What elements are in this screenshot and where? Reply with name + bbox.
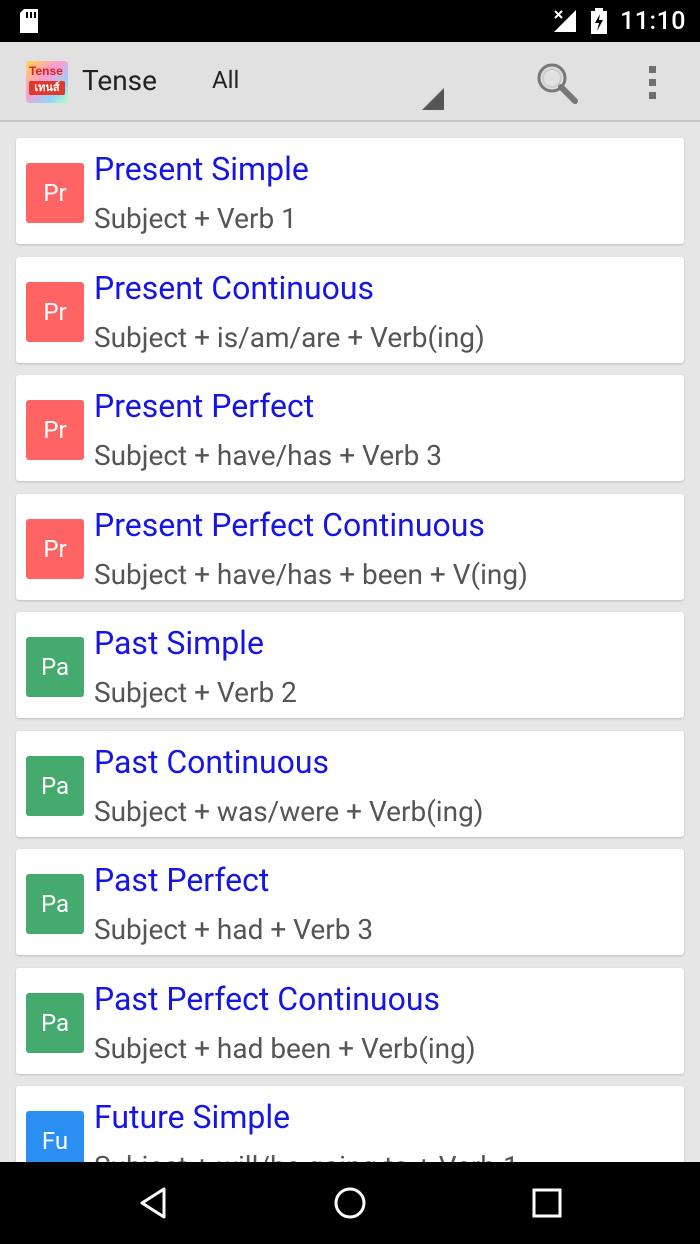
tense-name: Past Simple: [94, 624, 264, 662]
sd-card-icon: [20, 9, 38, 33]
tense-formula: Subject + is/am/are + Verb(ing): [94, 321, 485, 354]
tense-formula: Subject + Verb 2: [94, 676, 297, 709]
tense-badge: Pa: [26, 637, 84, 697]
tense-name: Past Continuous: [94, 743, 330, 781]
overflow-dot-icon: [648, 65, 656, 73]
logo-text-bottom: เทนส์: [29, 81, 65, 95]
home-button[interactable]: [330, 1183, 370, 1223]
tense-badge: Pa: [26, 993, 84, 1053]
list-item[interactable]: Pr Present Continuous Subject + is/am/ar…: [16, 257, 684, 363]
filter-dropdown[interactable]: All: [200, 56, 448, 112]
tense-name: Past Perfect: [94, 861, 270, 899]
tense-badge: Pa: [26, 874, 84, 934]
search-button[interactable]: [532, 58, 580, 106]
list-item[interactable]: Pr Present Simple Subject + Verb 1: [16, 138, 684, 244]
overflow-dot-icon: [648, 91, 656, 99]
dropdown-arrow-icon: [422, 88, 444, 110]
tense-formula: Subject + had been + Verb(ing): [94, 1032, 476, 1065]
navigation-bar: [0, 1162, 700, 1244]
tense-formula: Subject + Verb 1: [94, 202, 297, 235]
signal-icon: [554, 10, 577, 32]
filter-value: All: [212, 66, 240, 94]
tense-list[interactable]: Pr Present Simple Subject + Verb 1 Pr Pr…: [0, 124, 700, 1162]
tense-name: Past Perfect Continuous: [94, 980, 440, 1018]
app-logo-icon: Tense เทนส์: [26, 61, 68, 103]
tense-name: Present Simple: [94, 150, 309, 188]
logo-text-top: Tense: [29, 64, 63, 78]
tense-name: Future Simple: [94, 1098, 291, 1136]
status-bar: 11:10: [0, 0, 700, 42]
tense-name: Present Continuous: [94, 269, 374, 307]
tense-name: Present Perfect: [94, 387, 315, 425]
clock: 11:10: [620, 6, 686, 36]
app-title: Tense: [82, 64, 157, 97]
tense-name: Present Perfect Continuous: [94, 506, 485, 544]
list-item[interactable]: Pa Past Perfect Continuous Subject + had…: [16, 968, 684, 1074]
tense-badge: Pa: [26, 756, 84, 816]
list-item[interactable]: Pa Past Perfect Subject + had + Verb 3: [16, 849, 684, 955]
list-item[interactable]: Fu Future Simple Subject + will/be going…: [16, 1086, 684, 1162]
battery-icon: [591, 8, 608, 34]
list-item[interactable]: Pa Past Continuous Subject + was/were + …: [16, 731, 684, 837]
list-item[interactable]: Pr Present Perfect Continuous Subject + …: [16, 494, 684, 600]
tense-formula: Subject + have/has + Verb 3: [94, 439, 443, 472]
tense-formula: Subject + had + Verb 3: [94, 913, 374, 946]
tense-badge: Pr: [26, 519, 84, 579]
tense-formula: Subject + will/be going to + Verb 1: [94, 1150, 519, 1162]
back-button[interactable]: [134, 1183, 174, 1223]
tense-formula: Subject + was/were + Verb(ing): [94, 795, 484, 828]
overflow-dot-icon: [648, 78, 656, 86]
app-bar: Tense เทนส์ Tense All: [0, 42, 700, 122]
tense-badge: Fu: [26, 1111, 84, 1162]
tense-badge: Pr: [26, 163, 84, 223]
list-item[interactable]: Pa Past Simple Subject + Verb 2: [16, 612, 684, 718]
overflow-menu-button[interactable]: [630, 58, 674, 106]
list-item[interactable]: Pr Present Perfect Subject + have/has + …: [16, 375, 684, 481]
recents-button[interactable]: [527, 1183, 567, 1223]
tense-badge: Pr: [26, 400, 84, 460]
tense-badge: Pr: [26, 282, 84, 342]
tense-formula: Subject + have/has + been + V(ing): [94, 558, 528, 591]
